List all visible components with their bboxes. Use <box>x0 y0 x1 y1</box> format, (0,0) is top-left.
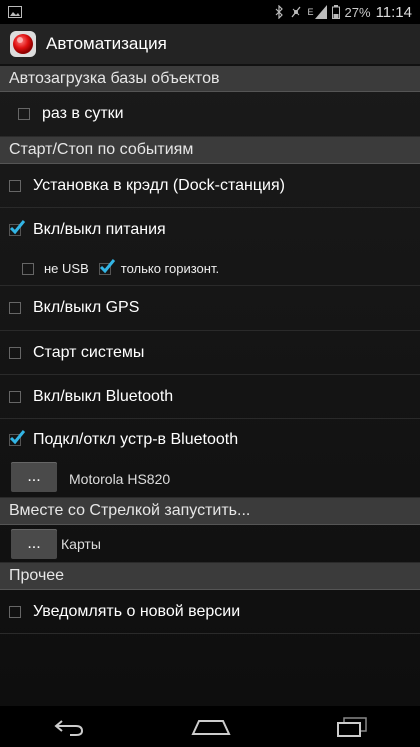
page-title: Автоматизация <box>46 34 167 53</box>
setting-label: Вкл/выкл питания <box>33 221 166 238</box>
setting-power[interactable]: Вкл/выкл питания <box>0 208 420 252</box>
select-app-button[interactable]: ... <box>11 528 57 559</box>
checkbox-bt-device[interactable] <box>9 430 25 446</box>
battery-percent: 27% <box>344 4 371 20</box>
setting-label: Установка в крэдл (Dock-станция) <box>33 176 285 194</box>
launch-app-selector: ... Карты <box>0 525 420 563</box>
section-header-autoload: Автозагрузка базы объектов <box>0 66 420 92</box>
select-bt-device-button[interactable]: ... <box>11 462 57 492</box>
setting-notify-update[interactable]: Уведомлять о новой версии <box>0 590 420 634</box>
setting-once-a-day[interactable]: раз в сутки <box>0 92 420 137</box>
setting-label: Вкл/выкл GPS <box>33 299 140 316</box>
selected-app-name: Карты <box>61 535 101 552</box>
checkmark-icon <box>99 258 115 273</box>
battery-icon <box>331 5 340 19</box>
clock: 11:14 <box>375 3 412 21</box>
image-notification-icon <box>8 6 22 18</box>
bluetooth-icon <box>275 5 283 19</box>
status-bar: E 27% 11:14 <box>0 0 420 24</box>
bt-device-selector: ... Motorola HS820 <box>0 461 420 498</box>
recent-apps-icon[interactable] <box>336 716 368 737</box>
checkbox-horizontal-only[interactable] <box>98 258 115 275</box>
option-label: не USB <box>44 261 89 276</box>
setting-label: Вкл/выкл Bluetooth <box>33 387 174 405</box>
signal-icon <box>314 5 327 19</box>
navigation-bar <box>0 706 420 747</box>
section-header-other: Прочее <box>0 563 420 590</box>
option-label: только горизонт. <box>120 261 220 276</box>
checkmark-icon <box>9 220 25 235</box>
setting-label: Уведомлять о новой версии <box>33 602 241 620</box>
setting-gps[interactable]: Вкл/выкл GPS <box>0 286 420 331</box>
setting-bt-device[interactable]: Подкл/откл устр-в Bluetooth <box>0 419 420 461</box>
setting-label: Подкл/откл устр-в Bluetooth <box>33 431 239 448</box>
app-logo-icon[interactable] <box>10 31 36 57</box>
back-icon[interactable] <box>52 717 86 737</box>
action-bar: Автоматизация <box>0 24 420 66</box>
bt-device-name: Motorola HS820 <box>69 471 171 487</box>
checkbox-gps[interactable] <box>9 302 21 314</box>
home-icon[interactable] <box>191 718 231 736</box>
checkbox-system-start[interactable] <box>9 346 21 359</box>
checkbox-dock[interactable] <box>9 179 21 192</box>
checkbox-power[interactable] <box>9 220 25 236</box>
checkbox-no-usb[interactable] <box>22 262 34 275</box>
section-header-start-stop: Старт/Стоп по событиям <box>0 137 420 164</box>
settings-list: Автозагрузка базы объектов раз в сутки С… <box>0 66 420 706</box>
setting-bluetooth[interactable]: Вкл/выкл Bluetooth <box>0 375 420 419</box>
setting-dock[interactable]: Установка в крэдл (Dock-станция) <box>0 164 420 208</box>
checkbox-bluetooth[interactable] <box>9 390 21 403</box>
setting-label: Старт системы <box>33 343 145 361</box>
section-header-launch-with: Вместе со Стрелкой запустить... <box>0 498 420 525</box>
checkbox-once-a-day[interactable] <box>18 108 30 120</box>
checkmark-icon <box>9 430 25 445</box>
signal-type-badge: E <box>307 7 314 17</box>
checkbox-notify-update[interactable] <box>9 605 21 618</box>
setting-system-start[interactable]: Старт системы <box>0 331 420 375</box>
no-signal-icon <box>291 6 301 18</box>
setting-label: раз в сутки <box>42 105 124 122</box>
power-suboptions: не USB только горизонт. <box>0 252 420 286</box>
